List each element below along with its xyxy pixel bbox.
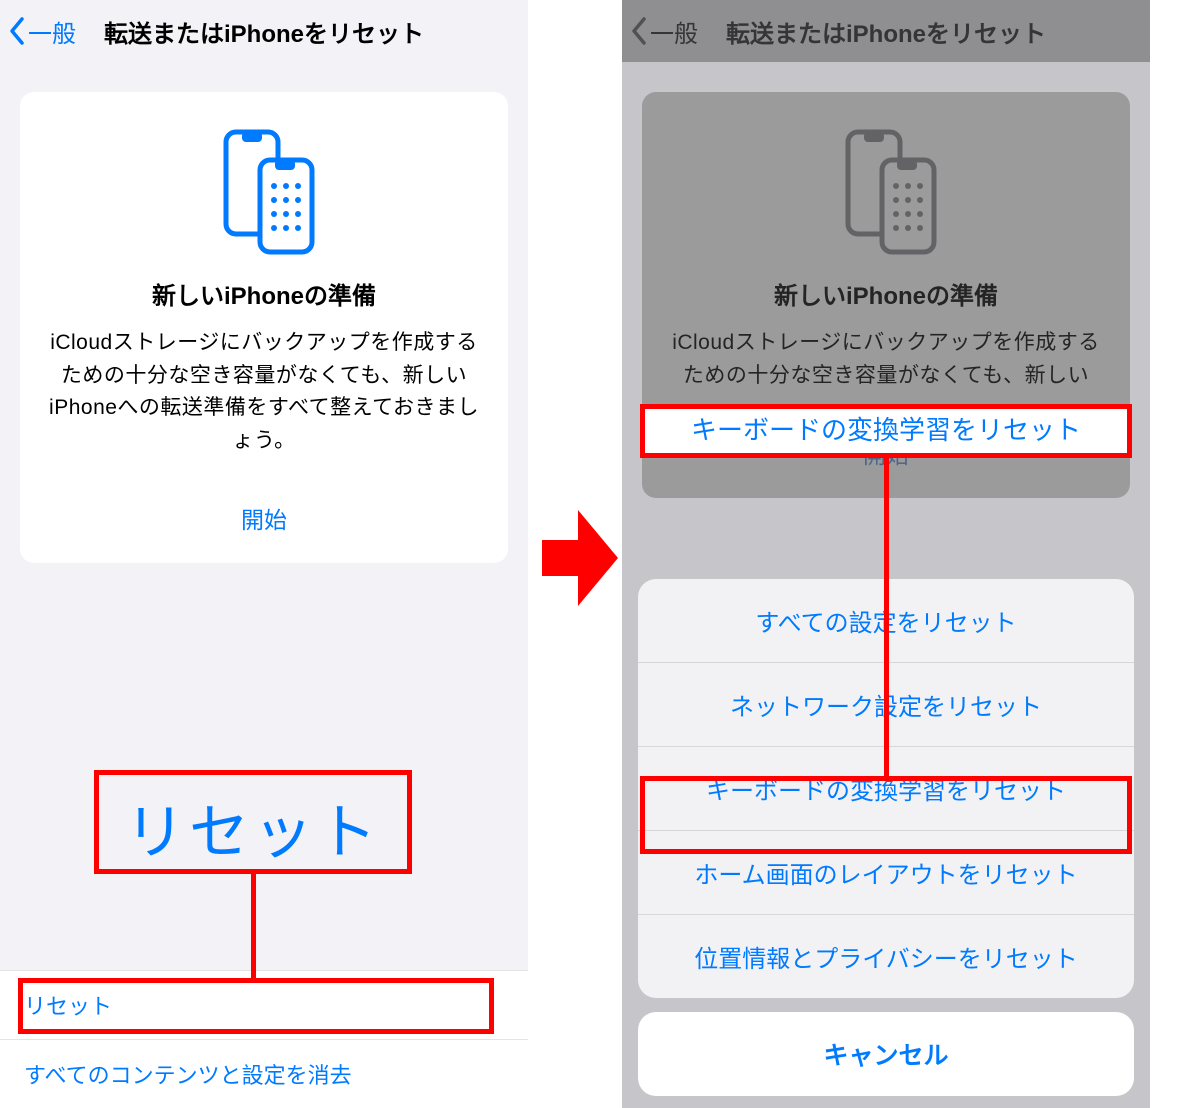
arrow-icon: [542, 510, 614, 606]
card-title: 新しいiPhoneの準備: [670, 276, 1102, 311]
annotation-connector: [251, 874, 256, 978]
annotation-connector: [884, 458, 889, 776]
reset-row[interactable]: リセット: [0, 971, 528, 1040]
navbar: 一般 転送またはiPhoneをリセット: [0, 0, 528, 62]
card-desc: iCloudストレージにバックアップを作成するための十分な空き容量がなくても、新…: [48, 327, 480, 457]
card-desc: iCloudストレージにバックアップを作成するための十分な空き容量がなくても、新…: [670, 327, 1102, 392]
back-button[interactable]: 一般: [8, 14, 76, 49]
back-label: 一般: [650, 14, 698, 49]
navbar: 一般 転送またはiPhoneをリセット: [622, 0, 1150, 62]
sheet-reset-home-layout[interactable]: ホーム画面のレイアウトをリセット: [638, 831, 1134, 915]
back-label: 一般: [28, 14, 76, 49]
start-button[interactable]: 開始: [48, 501, 480, 535]
page-title: 転送またはiPhoneをリセット: [0, 14, 528, 49]
phone-left: 一般 転送またはiPhoneをリセット: [0, 0, 528, 1108]
card-title: 新しいiPhoneの準備: [48, 276, 480, 311]
chevron-left-icon: [8, 16, 26, 46]
erase-row[interactable]: すべてのコンテンツと設定を消去: [0, 1040, 528, 1108]
sheet-reset-location-privacy[interactable]: 位置情報とプライバシーをリセット: [638, 915, 1134, 998]
devices-icon: [204, 126, 324, 256]
sheet-cancel-button[interactable]: キャンセル: [638, 1012, 1134, 1096]
back-button: 一般: [630, 14, 698, 49]
chevron-left-icon: [630, 16, 648, 46]
devices-icon: [826, 126, 946, 256]
page-title: 転送またはiPhoneをリセット: [622, 14, 1150, 49]
bottom-list: リセット すべてのコンテンツと設定を消去: [0, 970, 528, 1108]
prepare-card: 新しいiPhoneの準備 iCloudストレージにバックアップを作成するための十…: [20, 92, 508, 563]
annotation-label: キーボードの変換学習をリセット: [650, 410, 1122, 447]
annotation-label: リセット: [110, 784, 396, 871]
